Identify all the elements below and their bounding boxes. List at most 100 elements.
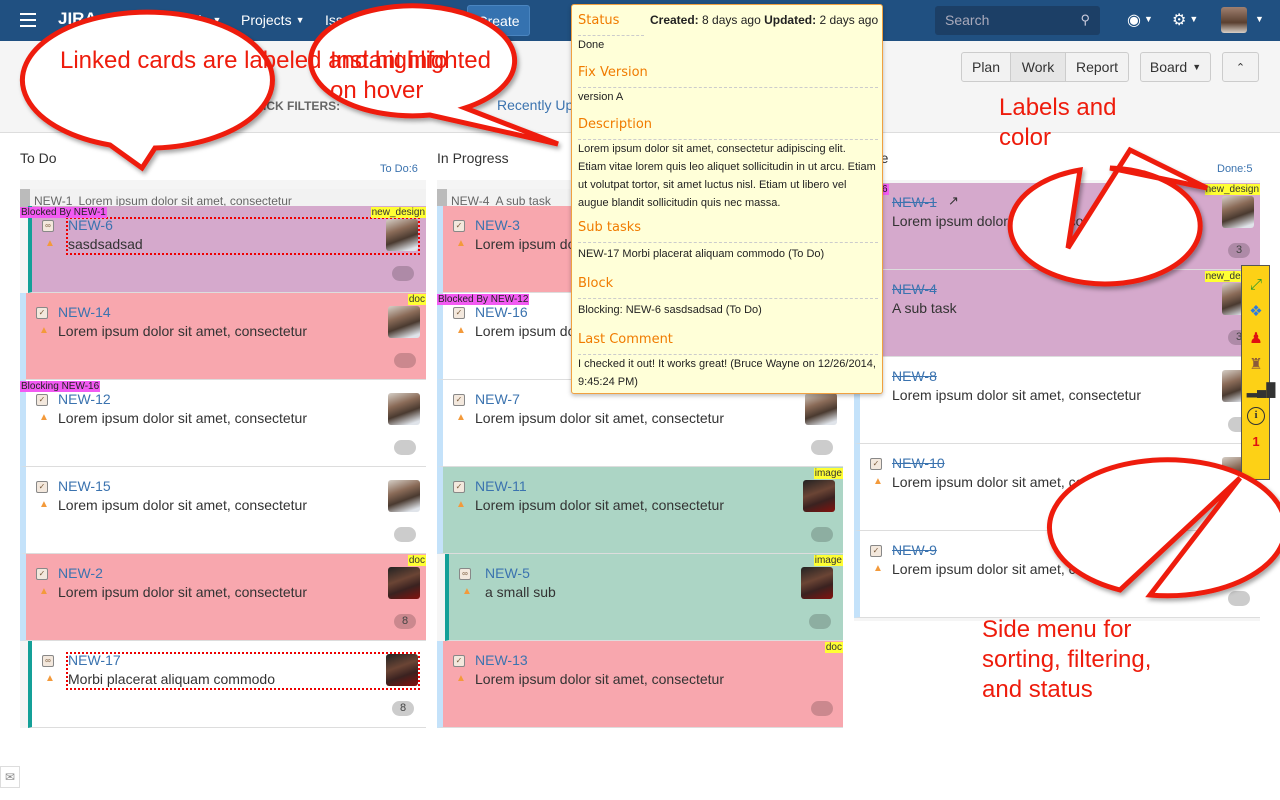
estimate-badge — [394, 353, 416, 368]
priority-major-icon: ▲ — [39, 499, 49, 510]
column-count-todo: To Do:6 — [380, 163, 418, 175]
work-mode-button[interactable]: Work — [1010, 52, 1066, 82]
collapse-header-button[interactable]: ⌃ — [1222, 52, 1259, 82]
issue-card[interactable]: ✓ ▲ NEW-15 Lorem ipsum dolor sit amet, cons… — [20, 467, 426, 554]
issue-key-link[interactable]: NEW-14 — [58, 304, 111, 320]
assignee-avatar[interactable] — [805, 393, 837, 425]
issue-card[interactable]: ∞ ▲ NEW-5 a small sub image — [445, 554, 843, 641]
jira-logo[interactable]: JIRA — [58, 9, 97, 29]
tag-icon[interactable]: ❖ — [1247, 303, 1265, 321]
popup-subtasks-heading: Sub tasks — [578, 220, 642, 235]
issue-card[interactable]: NEW-1 ↗ Lorem ipsum dolor sit amet, consec… — [814, 183, 1260, 270]
board-menu-button[interactable]: Board ▼ — [1140, 52, 1211, 82]
estimate-badge — [392, 266, 414, 281]
column-header-in-progress: In Progress — [437, 150, 509, 166]
user-icon[interactable]: ♟ — [1247, 330, 1265, 348]
popup-block-heading: Block — [578, 276, 614, 291]
chevron-down-icon: ▼ — [433, 15, 443, 25]
issue-key-link[interactable]: NEW-15 — [58, 478, 111, 494]
issue-label-tag: image — [813, 555, 843, 566]
issue-key-link[interactable]: NEW-13 — [475, 652, 528, 668]
nav-agile[interactable]: Agile ▼ — [398, 12, 442, 28]
notification-button[interactable]: ◉ ▼ — [1127, 10, 1153, 30]
popup-fix-version-value: version A — [578, 91, 624, 103]
issue-card[interactable]: ✓ ▲ NEW-14 Lorem ipsum dolor sit amet, cons… — [20, 293, 426, 380]
priority-major-icon: ▲ — [462, 586, 472, 597]
assignee-avatar[interactable] — [1222, 196, 1254, 228]
assignee-avatar[interactable] — [803, 480, 835, 512]
open-external-icon[interactable]: ↗ — [948, 193, 959, 209]
issue-card[interactable]: ✓ ▲ NEW-12 Lorem ipsum dolor sit amet, cons… — [20, 380, 426, 467]
issue-key-link[interactable]: NEW-10 — [892, 455, 945, 471]
estimate-badge: 3 — [1228, 243, 1250, 258]
settings-button[interactable]: ⚙ ▼ — [1172, 10, 1198, 30]
issue-card[interactable]: NEW-4 A sub task 3 new_design — [854, 270, 1260, 357]
assignee-avatar[interactable] — [386, 654, 418, 686]
task-type-icon: ✓ — [36, 307, 48, 319]
issue-card[interactable]: ✓ ▲ NEW-10 Lorem ipsum dolor sit amet, cons… — [854, 444, 1260, 531]
chevron-down-icon: ▼ — [295, 15, 305, 25]
estimate-badge — [811, 701, 833, 716]
search-input[interactable]: Search ⚲ — [935, 6, 1100, 35]
assignee-avatar[interactable] — [388, 567, 420, 599]
issue-link-tag: Blocked By NEW-1 — [20, 207, 107, 218]
plan-mode-button[interactable]: Plan — [961, 52, 1011, 82]
mail-icon[interactable]: ✉ — [0, 766, 20, 788]
issue-card[interactable]: ✓ ▲ NEW-13 Lorem ipsum dolor sit amet, cons… — [437, 641, 843, 728]
assignee-avatar[interactable] — [388, 393, 420, 425]
issue-card[interactable]: ∞ ▲ NEW-6 sasdsadsad new_design Blocked By NE… — [20, 206, 426, 293]
priority-major-icon: ▲ — [456, 673, 466, 684]
chart-icon[interactable]: ▂▄█ — [1247, 381, 1275, 399]
user-avatar[interactable] — [1221, 7, 1247, 33]
task-type-icon: ✓ — [453, 481, 465, 493]
issue-card[interactable]: ∞ ▲ NEW-17 Morbi placerat aliquam commodo 8 — [28, 641, 426, 728]
issue-key-link[interactable]: NEW-16 — [475, 304, 528, 320]
priority-major-icon: ▲ — [456, 412, 466, 423]
issue-key-link[interactable]: NEW-3 — [475, 217, 520, 233]
assignee-avatar[interactable] — [388, 306, 420, 338]
issue-key-link[interactable]: NEW-2 — [58, 565, 103, 581]
priority-major-icon: ▲ — [456, 238, 466, 249]
column-header-todo: To Do — [20, 150, 57, 166]
issue-key-link[interactable]: NEW-5 — [485, 565, 530, 581]
priority-major-icon: ▲ — [39, 586, 49, 597]
nav-projects[interactable]: Projects ▼ — [241, 12, 305, 28]
issue-key-link[interactable]: NEW-4 — [892, 281, 937, 297]
task-type-icon: ✓ — [453, 394, 465, 406]
assignee-avatar[interactable] — [388, 480, 420, 512]
nav-dashboards[interactable]: Dashboards ▼ — [133, 12, 221, 28]
issue-card[interactable]: ✓ ▲ NEW-9 Lorem ipsum dolor sit amet, conse… — [854, 531, 1260, 618]
popup-block-value[interactable]: Blocking: NEW-6 sasdsadsad (To Do) — [578, 301, 876, 319]
chevron-down-icon[interactable]: ▼ — [1252, 12, 1264, 30]
task-type-icon: ✓ — [453, 220, 465, 232]
info-icon[interactable]: i — [1247, 407, 1265, 425]
subtask-type-icon: ∞ — [459, 568, 471, 580]
issue-card[interactable]: ✓ ▲ NEW-11 Lorem ipsum dolor sit amet, cons… — [437, 467, 843, 554]
issue-card[interactable]: ✓ ▲ NEW-2 Lorem ipsum dolor sit amet, conse… — [20, 554, 426, 641]
assignee-avatar[interactable] — [801, 567, 833, 599]
expand-icon[interactable]: ⤢ — [1247, 276, 1265, 294]
chevron-down-icon: ▼ — [1189, 14, 1199, 24]
popup-subtasks-value[interactable]: NEW-17 Morbi placerat aliquam commodo (T… — [578, 245, 876, 263]
column-done: NEW-1 ↗ Lorem ipsum dolor sit amet, consec… — [814, 180, 1260, 621]
column-count-done: Done:5 — [1217, 163, 1253, 175]
issue-key-link[interactable]: NEW-8 — [892, 368, 937, 384]
create-button[interactable]: Create — [467, 5, 530, 36]
report-mode-button[interactable]: Report — [1065, 52, 1129, 82]
popup-description-heading: Description — [578, 117, 653, 132]
issue-key-link[interactable]: NEW-1 — [892, 194, 937, 210]
issue-summary: Lorem ipsum dolor sit amet, consectetur — [475, 671, 724, 687]
nav-issues[interactable]: Issues ▼ — [325, 12, 378, 28]
assignee-avatar[interactable] — [386, 219, 418, 251]
issue-key-link[interactable]: NEW-12 — [58, 391, 111, 407]
status-count[interactable]: 1 — [1247, 433, 1265, 451]
popup-description-value: Lorem ipsum dolor sit amet, consectetur … — [578, 143, 876, 209]
issue-key-link[interactable]: NEW-9 — [892, 542, 937, 558]
menu-icon[interactable] — [20, 13, 36, 27]
issue-key-link[interactable]: NEW-7 — [475, 391, 520, 407]
subtask-type-icon: ∞ — [42, 220, 54, 232]
issue-summary: Lorem ipsum dolor sit amet, consectetur — [58, 584, 307, 600]
issue-key-link[interactable]: NEW-11 — [475, 478, 527, 494]
issue-card[interactable]: NEW-8 Lorem ipsum dolor sit amet, consect… — [854, 357, 1260, 444]
group-icon[interactable]: ♜ — [1247, 356, 1265, 374]
